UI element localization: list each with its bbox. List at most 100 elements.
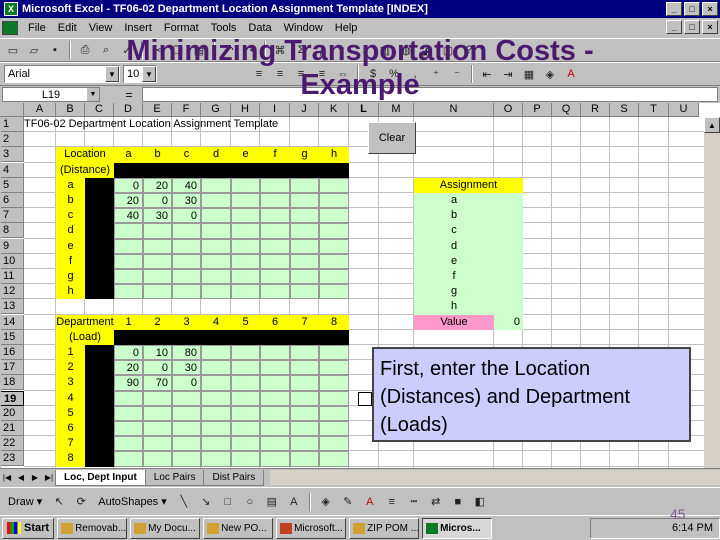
department-header-2[interactable]: (Load) bbox=[56, 329, 114, 345]
draw-menu[interactable]: Draw ▾ bbox=[4, 495, 46, 508]
assignment-row-label[interactable]: g bbox=[414, 284, 494, 300]
assignment-value[interactable] bbox=[494, 193, 523, 209]
location-value[interactable] bbox=[319, 208, 349, 224]
select-objects-icon[interactable]: ↖ bbox=[50, 493, 68, 511]
row-header[interactable]: 8 bbox=[0, 223, 24, 239]
location-value[interactable] bbox=[201, 208, 231, 224]
column-header[interactable]: L bbox=[349, 103, 379, 117]
first-sheet-icon[interactable]: |◀ bbox=[0, 471, 14, 485]
department-value[interactable] bbox=[319, 405, 349, 421]
column-header[interactable]: S bbox=[610, 103, 639, 117]
department-value[interactable]: 80 bbox=[172, 345, 201, 361]
menu-format[interactable]: Format bbox=[158, 22, 205, 34]
column-header[interactable]: C bbox=[85, 103, 114, 117]
location-divider[interactable] bbox=[85, 177, 114, 193]
department-value[interactable] bbox=[290, 345, 319, 361]
department-value[interactable] bbox=[114, 405, 143, 421]
3d-icon[interactable]: ◧ bbox=[471, 493, 489, 511]
department-value[interactable] bbox=[260, 390, 290, 406]
location-col-label[interactable]: g bbox=[290, 147, 319, 163]
column-header[interactable]: Q bbox=[552, 103, 581, 117]
fill-color-icon[interactable]: ◈ bbox=[541, 65, 559, 83]
row-header[interactable]: 11 bbox=[0, 269, 24, 284]
department-divider[interactable] bbox=[85, 375, 114, 391]
row-header[interactable]: 19 bbox=[0, 390, 24, 406]
department-divider[interactable] bbox=[85, 451, 114, 467]
cut-icon[interactable]: ✂ bbox=[148, 41, 166, 59]
assignment-value[interactable] bbox=[494, 253, 523, 269]
location-value[interactable] bbox=[319, 253, 349, 269]
location-value[interactable] bbox=[260, 223, 290, 239]
location-value[interactable]: 30 bbox=[172, 193, 201, 209]
line-color-icon[interactable]: ✎ bbox=[339, 493, 357, 511]
font-color-icon[interactable]: A bbox=[562, 65, 580, 83]
location-value[interactable] bbox=[319, 238, 349, 254]
department-value[interactable] bbox=[201, 390, 231, 406]
department-value[interactable] bbox=[231, 345, 260, 361]
department-divider[interactable] bbox=[85, 360, 114, 376]
location-value[interactable] bbox=[114, 269, 143, 285]
taskbar-item-removable[interactable]: Removab... bbox=[57, 517, 128, 539]
location-value[interactable] bbox=[143, 238, 172, 254]
department-value[interactable] bbox=[143, 451, 172, 467]
row-header[interactable]: 16 bbox=[0, 345, 24, 360]
location-row-label[interactable]: g bbox=[56, 269, 85, 285]
department-value[interactable]: 0 bbox=[172, 375, 201, 391]
assignment-row-label[interactable]: h bbox=[414, 299, 494, 315]
location-divider[interactable] bbox=[85, 193, 114, 209]
department-value[interactable] bbox=[143, 390, 172, 406]
redo-icon[interactable]: ↷ bbox=[241, 41, 259, 59]
department-value[interactable] bbox=[114, 421, 143, 437]
location-divider[interactable] bbox=[85, 238, 114, 254]
department-row-label[interactable]: 5 bbox=[56, 405, 85, 421]
column-header[interactable]: P bbox=[523, 103, 552, 117]
department-value[interactable] bbox=[201, 405, 231, 421]
location-value[interactable] bbox=[231, 193, 260, 209]
location-value[interactable] bbox=[172, 253, 201, 269]
department-value[interactable] bbox=[260, 405, 290, 421]
department-value[interactable] bbox=[201, 345, 231, 361]
department-row-label[interactable]: 4 bbox=[56, 390, 85, 406]
location-value[interactable]: 0 bbox=[172, 208, 201, 224]
department-value[interactable] bbox=[260, 375, 290, 391]
row-header[interactable]: 13 bbox=[0, 299, 24, 315]
column-header[interactable]: D bbox=[114, 103, 143, 117]
location-value[interactable] bbox=[290, 284, 319, 300]
location-value[interactable] bbox=[260, 208, 290, 224]
department-col-label[interactable]: 2 bbox=[143, 314, 172, 330]
department-divider[interactable] bbox=[85, 390, 114, 406]
assignment-row-label[interactable]: c bbox=[414, 223, 494, 239]
department-value[interactable] bbox=[290, 436, 319, 452]
department-col-label[interactable]: 6 bbox=[260, 314, 290, 330]
location-divider[interactable] bbox=[85, 208, 114, 224]
row-header[interactable]: 1 bbox=[0, 117, 24, 132]
row-header[interactable]: 2 bbox=[0, 132, 24, 148]
location-row-label[interactable]: b bbox=[56, 193, 85, 209]
line-icon[interactable]: ╲ bbox=[175, 493, 193, 511]
location-value[interactable] bbox=[172, 223, 201, 239]
new-icon[interactable]: ▭ bbox=[4, 41, 22, 59]
row-header[interactable]: 4 bbox=[0, 162, 24, 178]
department-value[interactable] bbox=[172, 390, 201, 406]
column-header[interactable]: B bbox=[56, 103, 85, 117]
location-value[interactable] bbox=[201, 193, 231, 209]
align-left-icon[interactable]: ≡ bbox=[271, 65, 289, 83]
location-value[interactable] bbox=[260, 284, 290, 300]
oval-icon[interactable]: ○ bbox=[241, 493, 259, 511]
location-value[interactable] bbox=[319, 193, 349, 209]
map-icon[interactable]: ◍ bbox=[397, 41, 415, 59]
department-value[interactable] bbox=[260, 451, 290, 467]
vertical-scrollbar[interactable]: ▲ bbox=[704, 117, 720, 468]
name-box[interactable]: L19 ▼ bbox=[2, 87, 100, 102]
chart-wizard-icon[interactable]: ▥ bbox=[376, 41, 394, 59]
department-value[interactable] bbox=[172, 421, 201, 437]
location-value[interactable] bbox=[290, 177, 319, 193]
location-row-label[interactable]: a bbox=[56, 177, 85, 193]
location-value[interactable] bbox=[201, 269, 231, 285]
department-value[interactable] bbox=[319, 375, 349, 391]
department-value[interactable] bbox=[290, 390, 319, 406]
location-value[interactable] bbox=[143, 269, 172, 285]
location-header-2[interactable]: (Distance) bbox=[56, 162, 114, 178]
horizontal-scrollbar[interactable] bbox=[270, 470, 720, 485]
assignment-value[interactable] bbox=[494, 299, 523, 315]
